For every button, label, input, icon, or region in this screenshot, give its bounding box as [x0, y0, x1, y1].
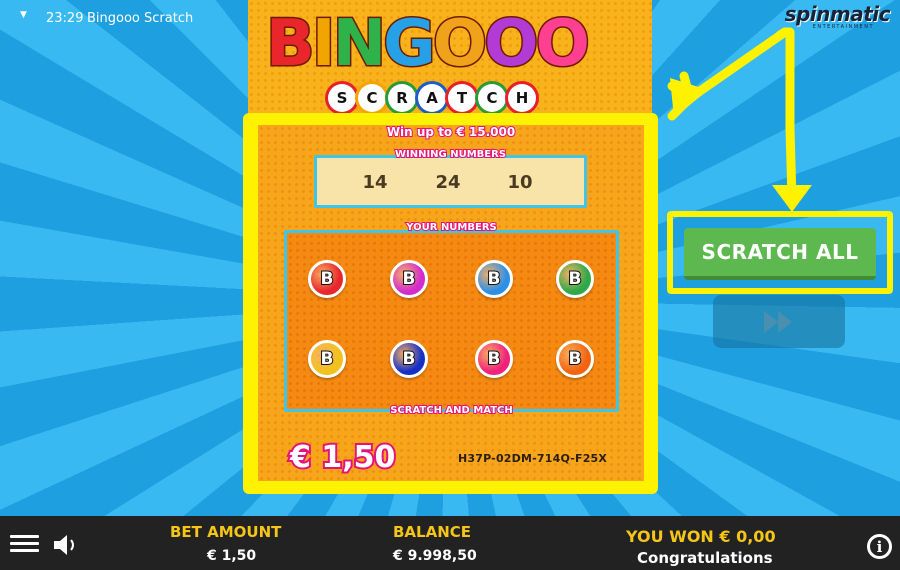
caret-down-icon[interactable]: ▼: [20, 10, 27, 20]
result-message: Congratulations: [637, 549, 773, 567]
ball-label: B: [487, 348, 502, 370]
fast-forward-icon: [764, 310, 792, 333]
your-numbers-label: YOUR NUMBERS: [405, 221, 497, 234]
ball-label: B: [487, 268, 502, 290]
bet-amount-value: € 1,50: [207, 548, 257, 564]
ball-label: B: [402, 268, 417, 290]
top-bar: ▼ 23:29 Bingooo Scratch: [0, 0, 260, 40]
scratch-ball[interactable]: B: [308, 260, 346, 298]
scratch-and-match-label: SCRATCH AND MATCH: [389, 404, 514, 417]
you-won-label: YOU WON € 0,00: [626, 527, 776, 546]
logo-letter: N: [331, 6, 388, 83]
game-title: Bingooo Scratch: [87, 11, 194, 26]
bottom-bar: BET AMOUNT € 1,50 BALANCE € 9.998,50 YOU…: [0, 516, 900, 570]
game-logo-title: BINGOOO: [265, 6, 592, 83]
pointer-arrows-icon: [667, 27, 812, 212]
sound-icon[interactable]: [52, 534, 80, 556]
scratch-all-button[interactable]: SCRATCH ALL: [684, 228, 876, 280]
logo-letter: B: [265, 6, 317, 83]
scratch-ball[interactable]: B: [556, 260, 594, 298]
winning-number: 24: [435, 172, 461, 193]
menu-icon[interactable]: [10, 535, 39, 553]
logo-letter: O: [431, 6, 488, 83]
ball-label: B: [568, 348, 583, 370]
game-logo-subtitle: SCRATCH: [328, 84, 538, 112]
info-icon[interactable]: i: [867, 534, 892, 559]
logo-subtitle-letter: C: [358, 84, 386, 112]
ticket-id: H37P-02DM-714Q-F25X: [458, 452, 608, 465]
scratch-ball[interactable]: B: [390, 340, 428, 378]
logo-subtitle-letter: A: [418, 84, 446, 112]
clock: 23:29: [46, 11, 84, 26]
logo-subtitle-letter: T: [448, 84, 476, 112]
balance-label: BALANCE: [393, 523, 472, 541]
ticket-price: € 1,50: [288, 438, 397, 477]
logo-letter: G: [382, 6, 438, 83]
your-numbers-scratch-area[interactable]: [284, 230, 619, 412]
ball-label: B: [320, 348, 335, 370]
logo-subtitle-letter: H: [508, 84, 536, 112]
ball-label: B: [568, 268, 583, 290]
winning-number: 14: [362, 172, 388, 193]
bet-amount-label: BET AMOUNT: [170, 523, 282, 541]
scratch-ball[interactable]: B: [390, 260, 428, 298]
winning-number: 10: [507, 172, 533, 193]
winning-numbers-label: WINNING NUMBERS: [394, 148, 507, 161]
logo-subtitle-letter: R: [388, 84, 416, 112]
logo-letter: O: [534, 6, 591, 83]
logo-subtitle-letter: S: [328, 84, 356, 112]
logo-subtitle-letter: C: [478, 84, 506, 112]
logo-letter: O: [483, 6, 540, 83]
scratch-ball[interactable]: B: [475, 260, 513, 298]
ball-label: B: [402, 348, 417, 370]
game-logo-panel: BINGOOO SCRATCH: [248, 0, 652, 113]
balance-value: € 9.998,50: [393, 548, 477, 564]
scratch-ball[interactable]: B: [556, 340, 594, 378]
fast-forward-button[interactable]: [713, 295, 845, 348]
ball-label: B: [320, 268, 335, 290]
max-win-label: Win up to € 15.000: [386, 124, 516, 140]
scratch-ball[interactable]: B: [475, 340, 513, 378]
scratch-ball[interactable]: B: [308, 340, 346, 378]
